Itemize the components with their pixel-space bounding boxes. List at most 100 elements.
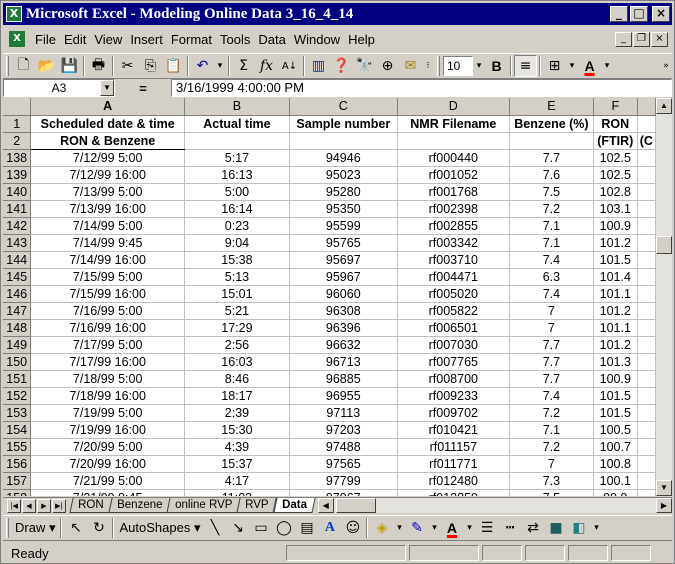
cell[interactable] (637, 353, 656, 371)
help-icon[interactable]: ❓ (330, 55, 353, 77)
cell[interactable]: 7/20/99 5:00 (30, 438, 185, 456)
cell[interactable]: 8:46 (184, 370, 290, 388)
vertical-scrollbar[interactable]: ▲ ▼ (656, 98, 672, 496)
header-cell[interactable]: Actual time (184, 115, 290, 133)
cell[interactable]: 95350 (289, 200, 398, 218)
find-icon[interactable]: 🔭 (353, 55, 376, 77)
cell[interactable]: 15:01 (184, 285, 290, 303)
row-header[interactable]: 150 (3, 353, 32, 371)
3d-icon[interactable]: ◧ (567, 517, 590, 539)
cut-icon[interactable]: ✂ (116, 55, 139, 77)
scroll-up-icon[interactable]: ▲ (656, 98, 672, 114)
cell[interactable]: rf005020 (397, 285, 510, 303)
autosum-icon[interactable]: Σ (232, 55, 255, 77)
toolbar-grip[interactable] (6, 518, 9, 538)
cell[interactable]: 4:17 (184, 472, 290, 490)
scroll-down-icon[interactable]: ▼ (656, 480, 672, 496)
new-icon[interactable]: 🗋 (12, 55, 35, 77)
sheet-tab-benzene[interactable]: Benzene (107, 498, 171, 513)
cell[interactable]: 97799 (289, 472, 398, 490)
next-sheet-icon[interactable]: ▶ (37, 498, 51, 513)
row-header[interactable]: 1 (3, 115, 32, 133)
row-header[interactable]: 153 (3, 404, 32, 422)
cell[interactable]: 5:00 (184, 183, 290, 201)
cell[interactable]: 7/13/99 16:00 (30, 200, 185, 218)
row-header[interactable]: 140 (3, 183, 32, 201)
cell[interactable] (637, 489, 656, 496)
dash-style-icon[interactable]: ┅ (498, 517, 521, 539)
cell[interactable] (637, 251, 656, 269)
cell[interactable]: 16:03 (184, 353, 290, 371)
header-cell[interactable] (509, 132, 594, 150)
cell[interactable]: rf002855 (397, 217, 510, 235)
oval-icon[interactable]: ◯ (272, 517, 295, 539)
cell[interactable] (637, 455, 656, 473)
cell[interactable]: 7/21/99 9:45 (30, 489, 185, 496)
header-cell[interactable] (184, 132, 290, 150)
font-size-dropdown-icon[interactable]: ▾ (473, 55, 485, 77)
cell[interactable]: 7.2 (509, 438, 594, 456)
cell[interactable]: 7 (509, 455, 594, 473)
cell[interactable]: 7/12/99 5:00 (30, 149, 185, 167)
close-button[interactable]: × (652, 6, 670, 22)
row-header[interactable]: 151 (3, 370, 32, 388)
minimize-button[interactable]: _ (610, 6, 628, 22)
font-color-dropdown-icon[interactable]: ▾ (601, 55, 613, 77)
cell[interactable]: 101.1 (593, 285, 638, 303)
cell[interactable]: 7.6 (509, 166, 594, 184)
cell[interactable]: 96632 (289, 336, 398, 354)
maximize-button[interactable]: □ (630, 6, 648, 22)
cell[interactable]: 95765 (289, 234, 398, 252)
row-header[interactable]: 154 (3, 421, 32, 439)
cell[interactable] (637, 200, 656, 218)
menu-edit[interactable]: Edit (60, 32, 90, 47)
free-rotate-icon[interactable]: ↻ (87, 517, 110, 539)
line-color-icon[interactable]: ✎ (405, 517, 428, 539)
doc-minimize-button[interactable]: _ (615, 31, 632, 47)
row-header[interactable]: 2 (3, 132, 32, 150)
cell[interactable]: 95697 (289, 251, 398, 269)
header-cell[interactable]: (FTIR) (593, 132, 638, 150)
worksheet-grid[interactable]: A B C D E F 1 Scheduled date & time Actual time S… (3, 98, 656, 496)
header-cell[interactable]: Scheduled date & time (30, 115, 185, 133)
cell[interactable]: 17:29 (184, 319, 290, 337)
header-cell[interactable] (397, 132, 510, 150)
row-header[interactable]: 139 (3, 166, 32, 184)
cell[interactable]: 7.1 (509, 234, 594, 252)
cell[interactable]: 97488 (289, 438, 398, 456)
line-style-icon[interactable]: ☰ (475, 517, 498, 539)
cell[interactable]: 101.2 (593, 302, 638, 320)
cell[interactable]: 100.7 (593, 438, 638, 456)
cell[interactable]: rf009233 (397, 387, 510, 405)
undo-dropdown-icon[interactable]: ▾ (214, 55, 226, 77)
cell[interactable]: 101.5 (593, 404, 638, 422)
cell[interactable]: rf012859 (397, 489, 510, 496)
cell[interactable]: 7.7 (509, 370, 594, 388)
menu-help[interactable]: Help (344, 32, 379, 47)
cell[interactable]: 7/19/99 16:00 (30, 421, 185, 439)
cell[interactable]: 7/17/99 16:00 (30, 353, 185, 371)
cell[interactable]: rf011771 (397, 455, 510, 473)
open-icon[interactable]: 📂 (35, 55, 58, 77)
cell[interactable]: 96713 (289, 353, 398, 371)
comment-icon[interactable]: ✉ (399, 55, 422, 77)
wordart-icon[interactable]: A (318, 517, 341, 539)
menu-data[interactable]: Data (254, 32, 289, 47)
row-header[interactable]: 147 (3, 302, 32, 320)
cell[interactable]: 100.9 (593, 217, 638, 235)
row-header[interactable]: 141 (3, 200, 32, 218)
cell[interactable]: 7/14/99 5:00 (30, 217, 185, 235)
cell[interactable]: 7.4 (509, 387, 594, 405)
row-header[interactable]: 158 (3, 489, 32, 496)
scroll-right-icon[interactable]: ▶ (656, 498, 672, 513)
vertical-scroll-thumb[interactable] (656, 236, 672, 254)
cell[interactable] (637, 387, 656, 405)
row-header[interactable]: 149 (3, 336, 32, 354)
print-icon[interactable]: 🖶 (87, 55, 110, 77)
cell[interactable]: 15:30 (184, 421, 290, 439)
cell[interactable]: 102.8 (593, 183, 638, 201)
cell[interactable]: 7/15/99 5:00 (30, 268, 185, 286)
draw-menu-button[interactable]: Draw ▾ (12, 520, 58, 536)
cell[interactable]: 96396 (289, 319, 398, 337)
row-header[interactable]: 144 (3, 251, 32, 269)
